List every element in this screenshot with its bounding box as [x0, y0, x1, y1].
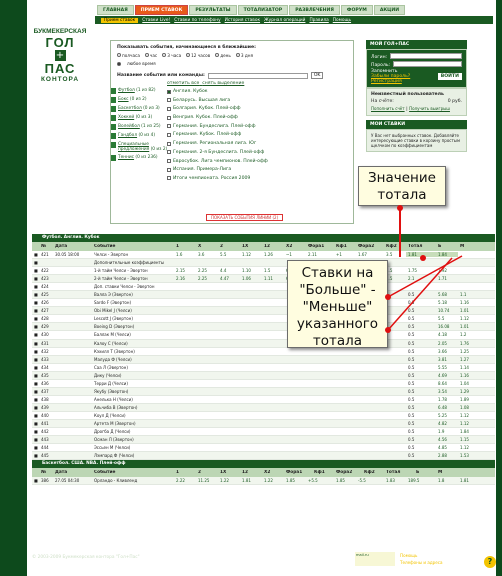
pointer-lines [385, 255, 463, 333]
